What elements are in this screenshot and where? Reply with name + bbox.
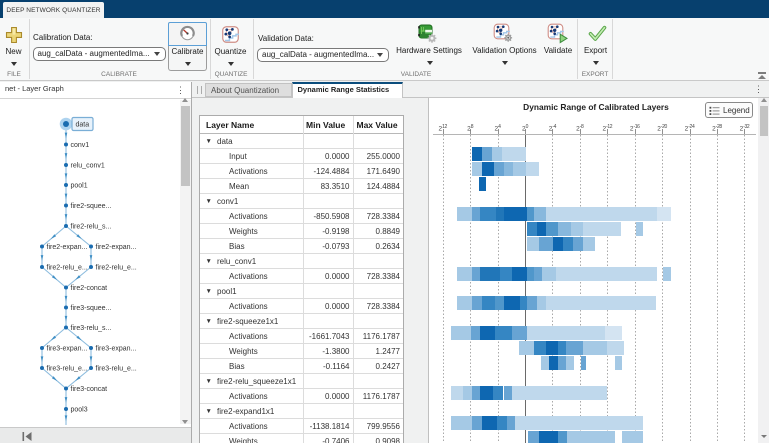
svg-text:relu_conv1: relu_conv1 <box>71 162 105 169</box>
svg-text:fire3-relu_e...: fire3-relu_e... <box>96 365 137 372</box>
svg-text:fire3-expan...: fire3-expan... <box>47 345 88 352</box>
svg-text:fire2-relu_e...: fire2-relu_e... <box>47 264 88 271</box>
svg-text:fire3-relu_e...: fire3-relu_e... <box>47 365 88 372</box>
svg-text:pool3: pool3 <box>71 406 88 413</box>
svg-text:fire3-relu_s...: fire3-relu_s... <box>71 325 112 332</box>
svg-text:fire3-squee...: fire3-squee... <box>71 305 112 312</box>
svg-text:fire3-expan...: fire3-expan... <box>96 345 137 352</box>
svg-text:conv1: conv1 <box>71 142 90 149</box>
svg-text:fire2-concat: fire2-concat <box>71 285 108 292</box>
svg-text:data: data <box>76 121 90 128</box>
svg-text:fire2-relu_s...: fire2-relu_s... <box>71 223 112 230</box>
svg-text:fire2-relu_e...: fire2-relu_e... <box>96 264 137 271</box>
svg-text:fire2-expan...: fire2-expan... <box>96 244 137 251</box>
svg-text:pool1: pool1 <box>71 182 88 189</box>
svg-text:fire3-concat: fire3-concat <box>71 386 108 393</box>
svg-text:fire2-expan...: fire2-expan... <box>47 244 88 251</box>
svg-text:fire2-squee...: fire2-squee... <box>71 203 112 210</box>
